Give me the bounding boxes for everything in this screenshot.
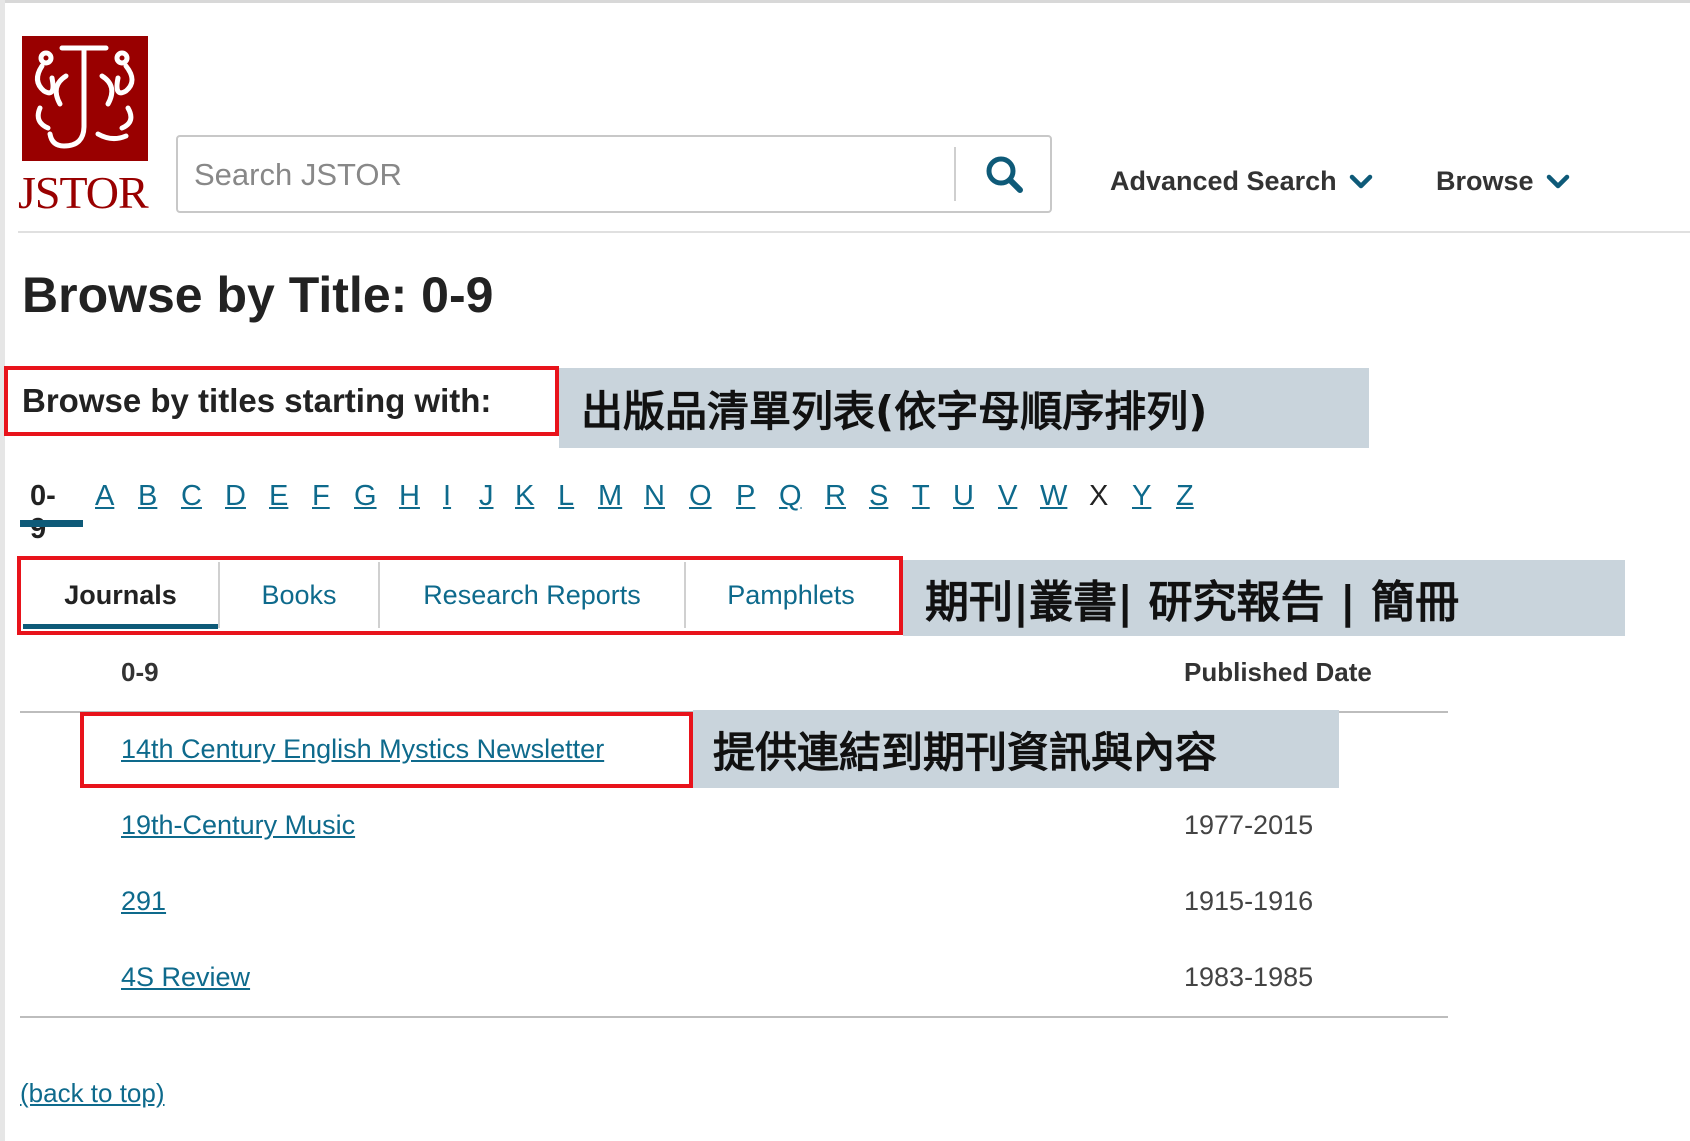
letter-d[interactable]: D [225, 480, 246, 513]
advanced-search-menu[interactable]: Advanced Search [1110, 166, 1373, 197]
tab-books[interactable]: Books [220, 562, 378, 628]
letter-j[interactable]: J [479, 480, 494, 513]
letter-v[interactable]: V [998, 480, 1017, 513]
letter-y[interactable]: Y [1132, 480, 1151, 513]
letter-g[interactable]: G [354, 480, 377, 513]
letter-r[interactable]: R [825, 480, 846, 513]
window-top-edge [0, 0, 1690, 3]
search-button[interactable] [964, 141, 1044, 207]
letter-o[interactable]: O [689, 480, 712, 513]
window-left-edge [0, 0, 5, 1141]
search-divider [954, 147, 956, 201]
annotation-note-tabs: 期刊|叢書| 研究報告 | 簡冊 [903, 560, 1625, 636]
journal-title-link[interactable]: 291 [121, 886, 166, 917]
jstor-logo-icon [22, 36, 148, 161]
published-date: 1983-1985 [1184, 962, 1314, 992]
header-divider [18, 231, 1690, 233]
journal-title-link[interactable]: 4S Review [121, 962, 250, 993]
search-input[interactable] [192, 147, 956, 203]
published-date: 1977-2015 [1184, 810, 1314, 840]
letter-l[interactable]: L [558, 480, 574, 513]
page-title: Browse by Title: 0-9 [22, 267, 494, 323]
browse-label: Browse [1436, 166, 1534, 196]
table-bottom-divider [20, 1016, 1448, 1018]
browse-by-label: Browse by titles starting with: [22, 382, 492, 419]
letter-q[interactable]: Q [779, 480, 802, 513]
letter-k[interactable]: K [515, 480, 534, 513]
letter-w[interactable]: W [1040, 480, 1067, 513]
letter-c[interactable]: C [181, 480, 202, 513]
tab-journals[interactable]: Journals [23, 562, 218, 628]
tab-pamphlets[interactable]: Pamphlets [686, 562, 896, 628]
search-icon [986, 156, 1023, 193]
browse-menu[interactable]: Browse [1436, 166, 1570, 197]
column-header-title: 0-9 [121, 657, 159, 687]
letter-0-9[interactable]: 0-9 [30, 480, 56, 546]
jstor-wordmark: JSTOR [18, 167, 149, 218]
jstor-logo[interactable]: JSTOR [18, 36, 150, 226]
chevron-down-icon [1546, 174, 1569, 188]
back-to-top-link[interactable]: (back to top) [20, 1078, 165, 1109]
letter-t[interactable]: T [912, 480, 930, 513]
letter-x[interactable]: X [1089, 480, 1108, 513]
letter-a[interactable]: A [95, 480, 114, 513]
column-header-published-date: Published Date [1184, 657, 1372, 687]
letter-p[interactable]: P [736, 480, 755, 513]
published-date: 1915-1916 [1184, 886, 1314, 916]
letter-u[interactable]: U [953, 480, 974, 513]
tab-research-reports[interactable]: Research Reports [380, 562, 684, 628]
letter-e[interactable]: E [269, 480, 288, 513]
active-tab-indicator [23, 624, 218, 629]
letter-i[interactable]: I [443, 480, 451, 513]
letter-m[interactable]: M [598, 480, 622, 513]
letter-s[interactable]: S [869, 480, 888, 513]
journal-title-link[interactable]: 14th Century English Mystics Newsletter [121, 734, 604, 765]
annotation-note-alphabet: 出版品清單列表(依字母順序排列) [559, 368, 1369, 448]
letter-b[interactable]: B [138, 480, 157, 513]
search-box [176, 135, 1052, 213]
journal-title-link[interactable]: 19th-Century Music [121, 810, 355, 841]
letter-z[interactable]: Z [1176, 480, 1194, 513]
active-letter-indicator [20, 520, 83, 527]
advanced-search-label: Advanced Search [1110, 166, 1337, 196]
annotation-note-link: 提供連結到期刊資訊與內容 [693, 710, 1339, 788]
letter-h[interactable]: H [399, 480, 420, 513]
chevron-down-icon [1349, 174, 1372, 188]
letter-f[interactable]: F [312, 480, 330, 513]
letter-n[interactable]: N [644, 480, 665, 513]
